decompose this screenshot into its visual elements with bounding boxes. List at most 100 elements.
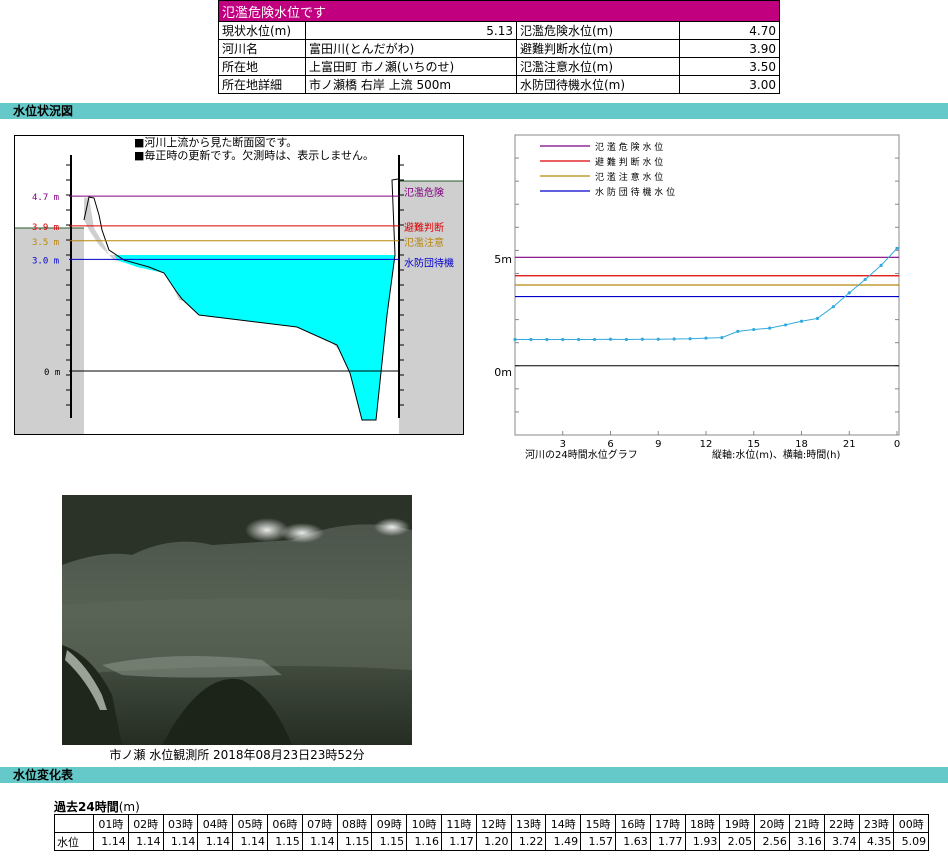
history-value-cell: 1.77	[649, 832, 686, 851]
history-hour-cell: 07時	[301, 814, 338, 833]
history-value-cell: 1.17	[440, 832, 477, 851]
x-tick-label: 18	[795, 439, 808, 450]
level-name-label: 氾濫危険	[404, 186, 444, 199]
location-value: 上富田町 市ノ瀬(いちのせ)	[305, 57, 517, 76]
history-value-cell: 1.20	[475, 832, 512, 851]
history-unit: (m)	[118, 800, 140, 814]
data-point	[847, 291, 851, 295]
data-point	[720, 336, 724, 340]
location-detail-label: 所在地詳細	[218, 75, 306, 94]
history-value-cell: 1.14	[301, 832, 338, 851]
history-hour-cell: 14時	[545, 814, 582, 833]
history-hour-cell: 12時	[475, 814, 512, 833]
threshold-value: 3.90	[679, 39, 780, 58]
history-hour-cell: 17時	[649, 814, 686, 833]
x-tick-label: 3	[560, 439, 566, 450]
location-detail-value: 市ノ瀬橋 右岸 上流 500m	[305, 75, 517, 94]
data-point	[688, 337, 692, 341]
history-value-cell: 1.14	[162, 832, 199, 851]
history-value-cell: 1.57	[580, 832, 616, 851]
history-title-text: 過去24時間	[54, 800, 119, 814]
current-level-value: 5.13	[305, 21, 517, 40]
data-point	[640, 337, 644, 341]
zero-tick-label: 0 m	[44, 368, 60, 378]
data-point	[752, 327, 756, 332]
light-glare	[280, 523, 324, 543]
data-point	[831, 305, 835, 309]
x-tick-label: 12	[700, 439, 713, 450]
history-value-cell: 1.16	[406, 832, 442, 851]
history-hour-cell: 20時	[754, 814, 790, 833]
history-hour-cell: 16時	[614, 814, 651, 833]
data-point	[608, 337, 613, 341]
history-value-cell: 1.93	[684, 832, 721, 851]
history-value-cell: 2.05	[719, 832, 756, 851]
cross-section-note-2: ■毎正時の更新です。欠測時は、表示しません。	[134, 148, 374, 162]
history-hour-cell: 10時	[406, 814, 442, 833]
history-value-cell: 1.14	[232, 832, 268, 851]
history-value-cell: 3.74	[823, 832, 860, 851]
data-point	[577, 337, 581, 342]
data-point	[529, 337, 533, 342]
history-value-cell: 1.22	[510, 832, 547, 851]
history-row-label: 水位	[54, 832, 94, 851]
history-hour-cell: 21時	[788, 814, 825, 833]
status-header: 氾濫危険水位です	[218, 0, 780, 22]
history-hour-cell: 08時	[336, 814, 373, 833]
data-point	[704, 336, 708, 340]
cross-section-diagram: 4.7 m 3.9 m 3.5 m 3.0 m 氾濫危険避難判断氾濫注意水防団待機 ■…	[14, 135, 464, 435]
history-hour-cell: 23時	[858, 814, 895, 833]
legend-label: 避 難 判 断 水 位	[595, 156, 663, 168]
level-tick-label: 4.7 m	[32, 193, 59, 203]
cross-section-note-1: ■河川上流から見た断面図です。	[134, 135, 297, 149]
river-name-label: 河川名	[218, 39, 306, 58]
history-title: 過去24時間(m)	[54, 798, 140, 815]
location-label: 所在地	[218, 57, 306, 76]
x-tick-label: 9	[655, 439, 661, 450]
x-tick-label: 15	[747, 439, 760, 450]
x-tick-label: 0	[894, 439, 900, 450]
graph-caption-right: 縦軸:水位(m)、横軸:時間(h)	[712, 448, 841, 461]
history-value-cell: 1.63	[614, 832, 651, 851]
data-point	[799, 319, 804, 323]
threshold-label: 避難判断水位(m)	[516, 39, 680, 58]
history-hour-cell: 03時	[162, 814, 199, 833]
history-hour-cell: 01時	[93, 814, 129, 833]
legend-label: 水 防 団 待 機 水 位	[595, 186, 675, 198]
history-value-cell: 2.56	[754, 832, 790, 851]
river-name-value: 富田川(とんだがわ)	[305, 39, 517, 58]
history-hour-cell: 11時	[440, 814, 477, 833]
history-table: 01時 02時 03時 04時 05時 06時 07時 08時 09時 10時 11時 12時 13時 1…	[54, 814, 930, 851]
data-point	[736, 329, 740, 333]
right-bank-ground	[399, 181, 463, 434]
data-point	[815, 316, 820, 321]
threshold-label: 氾濫注意水位(m)	[516, 57, 680, 76]
y-tick-0m: 0m	[494, 366, 512, 379]
water-level-graph: 氾 濫 危 険 水 位避 難 判 断 水 位氾 濫 注 意 水 位水 防 団 待…	[494, 134, 900, 461]
level-name-label: 氾濫注意	[404, 236, 444, 249]
history-corner-cell	[54, 814, 94, 833]
level-tick-label: 3.5 m	[32, 238, 59, 248]
history-hour-cell: 18時	[684, 814, 721, 833]
data-point	[592, 337, 597, 342]
history-hour-cell: 06時	[266, 814, 303, 833]
level-name-label: 水防団待機	[404, 256, 454, 269]
threshold-label: 氾濫危険水位(m)	[516, 21, 680, 40]
data-point	[768, 326, 772, 330]
data-point	[545, 337, 549, 342]
data-point	[895, 246, 899, 250]
section-title-table: 水位変化表	[0, 767, 948, 783]
data-point	[879, 263, 883, 267]
river-camera-image	[62, 495, 412, 745]
history-hour-cell: 00時	[893, 814, 930, 833]
history-value-cell: 1.15	[371, 832, 408, 851]
data-point	[513, 337, 517, 342]
threshold-value: 3.50	[679, 57, 780, 76]
history-value-cell: 1.14	[197, 832, 234, 851]
history-hour-cell: 09時	[371, 814, 408, 833]
data-point	[783, 323, 788, 327]
history-hour-cell: 13時	[510, 814, 547, 833]
history-hour-cell: 19時	[719, 814, 756, 833]
history-hour-cell: 22時	[823, 814, 860, 833]
history-value-cell: 3.16	[788, 832, 825, 851]
